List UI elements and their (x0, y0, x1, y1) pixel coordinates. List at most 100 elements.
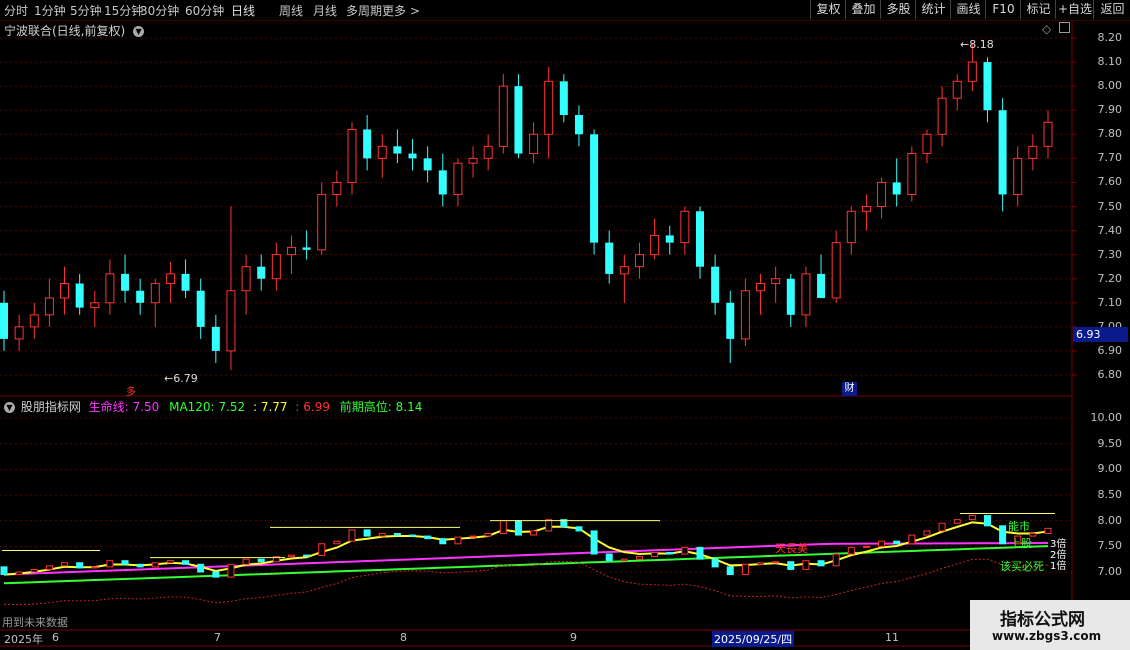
mini-candle (847, 546, 855, 555)
price-tick: 8.00 (1097, 79, 1123, 93)
candle-body (680, 210, 690, 244)
toolbar-button-5[interactable]: F10 (985, 0, 1021, 19)
candle-body (317, 193, 327, 251)
mini-candle (333, 540, 341, 545)
toolbar-button-6[interactable]: 标记 (1020, 0, 1056, 19)
candle-body (44, 297, 54, 316)
mini-candle (287, 554, 295, 558)
price-tick: 8.20 (1097, 31, 1123, 44)
date-tick: 8 (400, 631, 407, 644)
mini-candle (757, 562, 765, 565)
indicator-tick: 9.00 (1097, 462, 1123, 476)
candle-body (257, 266, 266, 279)
period-tab-2[interactable]: 5分钟 (70, 2, 102, 19)
toolbar-button-7[interactable]: +自选 (1055, 0, 1094, 19)
date-tick: 2025/09/25/四 (712, 631, 795, 647)
mini-candle (862, 545, 870, 548)
kline-chart[interactable] (0, 0, 1130, 650)
toolbar-button-0[interactable]: 复权 (810, 0, 846, 19)
high-value: 8.18 (969, 38, 994, 51)
candle-body (922, 133, 932, 155)
period-tab-4[interactable]: 30分钟 (140, 2, 179, 19)
ma120-line (3, 545, 1049, 585)
mini-candle (893, 540, 901, 545)
mini-candle (136, 563, 144, 568)
mini-candle (908, 534, 916, 545)
toolbar-button-3[interactable]: 统计 (915, 0, 951, 19)
period-tab-10[interactable]: 更多 > (382, 2, 420, 19)
mini-candle (166, 560, 174, 564)
candle-body (831, 242, 841, 299)
candle-body (438, 170, 447, 195)
candle-body (0, 302, 8, 339)
mini-candle (605, 553, 613, 562)
price-tick: 7.30 (1097, 247, 1123, 261)
toolbar-button-2[interactable]: 多股 (880, 0, 916, 19)
period-tab-5[interactable]: 60分钟 (185, 2, 224, 19)
mini-candle (1044, 527, 1052, 534)
mini-candle (30, 568, 38, 573)
candle-body (302, 247, 311, 250)
candle-body (998, 110, 1007, 195)
candle-body (498, 85, 508, 147)
candle-body (150, 283, 160, 304)
mini-candle (393, 533, 401, 536)
indicator-tick: 7.00 (1097, 565, 1123, 578)
chevron-down-icon[interactable]: ▼ (4, 402, 15, 413)
stock-title-bar: 宁波联合(日线,前复权) ▼ (4, 22, 145, 39)
candle-body (423, 158, 432, 171)
date-tick: 2025年 (4, 633, 43, 646)
candle-body (771, 278, 781, 285)
mini-candle (681, 546, 689, 555)
candle-body (468, 157, 478, 164)
price-tick: 7.70 (1097, 151, 1123, 165)
lifeline-label: 生命线: (88, 400, 129, 414)
candle-body (332, 181, 342, 195)
price-tick: 7.10 (1097, 295, 1123, 309)
toolbar-button-1[interactable]: 叠加 (845, 0, 881, 19)
candle-body (90, 302, 100, 309)
toolbar-button-8[interactable]: 返回 (1093, 0, 1130, 19)
period-tab-0[interactable]: 分时 (4, 2, 28, 19)
period-tab-3[interactable]: 15分钟 (104, 2, 143, 19)
low-label: ←6.79 (164, 372, 198, 385)
mini-candle (499, 520, 507, 535)
diamond-icon[interactable]: ◇ (1042, 22, 1051, 36)
watermark-url: www.zbgs3.com (992, 629, 1102, 643)
toolbar-button-4[interactable]: 画线 (950, 0, 986, 19)
date-tick: 6 (52, 631, 59, 644)
mini-candle (439, 538, 447, 545)
window-toggle-icon[interactable] (1059, 22, 1071, 33)
mini-candle (545, 519, 553, 532)
mini-candle (121, 560, 129, 565)
period-tab-8[interactable]: 月线 (313, 2, 337, 19)
period-tab-7[interactable]: 周线 (279, 2, 303, 19)
mini-candle (409, 534, 417, 537)
price-tick: 6.90 (1097, 343, 1123, 357)
annotation-tianchang: 天長美 (775, 542, 808, 555)
event-marker-left[interactable]: 多 (126, 383, 136, 398)
candle-body (740, 290, 750, 340)
mini-candle (817, 560, 825, 567)
mini-candle (212, 571, 220, 578)
candle-body (529, 133, 539, 155)
period-tab-6[interactable]: 日线 (231, 2, 255, 19)
chevron-down-icon[interactable]: ▼ (133, 26, 145, 37)
candle-body (241, 266, 251, 292)
candle-body (514, 86, 523, 154)
finance-marker[interactable]: 财 (842, 382, 857, 396)
indicator-tick: 9.50 (1097, 436, 1123, 450)
candle-body (846, 210, 856, 244)
mini-candle (953, 519, 961, 524)
candle-body (271, 254, 281, 280)
period-tab-9[interactable]: 多周期 (346, 2, 382, 19)
candle-body (60, 283, 70, 299)
mini-candle (741, 563, 749, 576)
mini-candle (696, 546, 704, 560)
mini-candle (151, 562, 159, 568)
footer-note: 用到未来数据 (2, 616, 68, 629)
period-tab-1[interactable]: 1分钟 (34, 2, 66, 19)
mini-candle (878, 540, 886, 547)
mini-candle (802, 560, 810, 570)
indicator-tick: 10.00 (1090, 411, 1123, 424)
